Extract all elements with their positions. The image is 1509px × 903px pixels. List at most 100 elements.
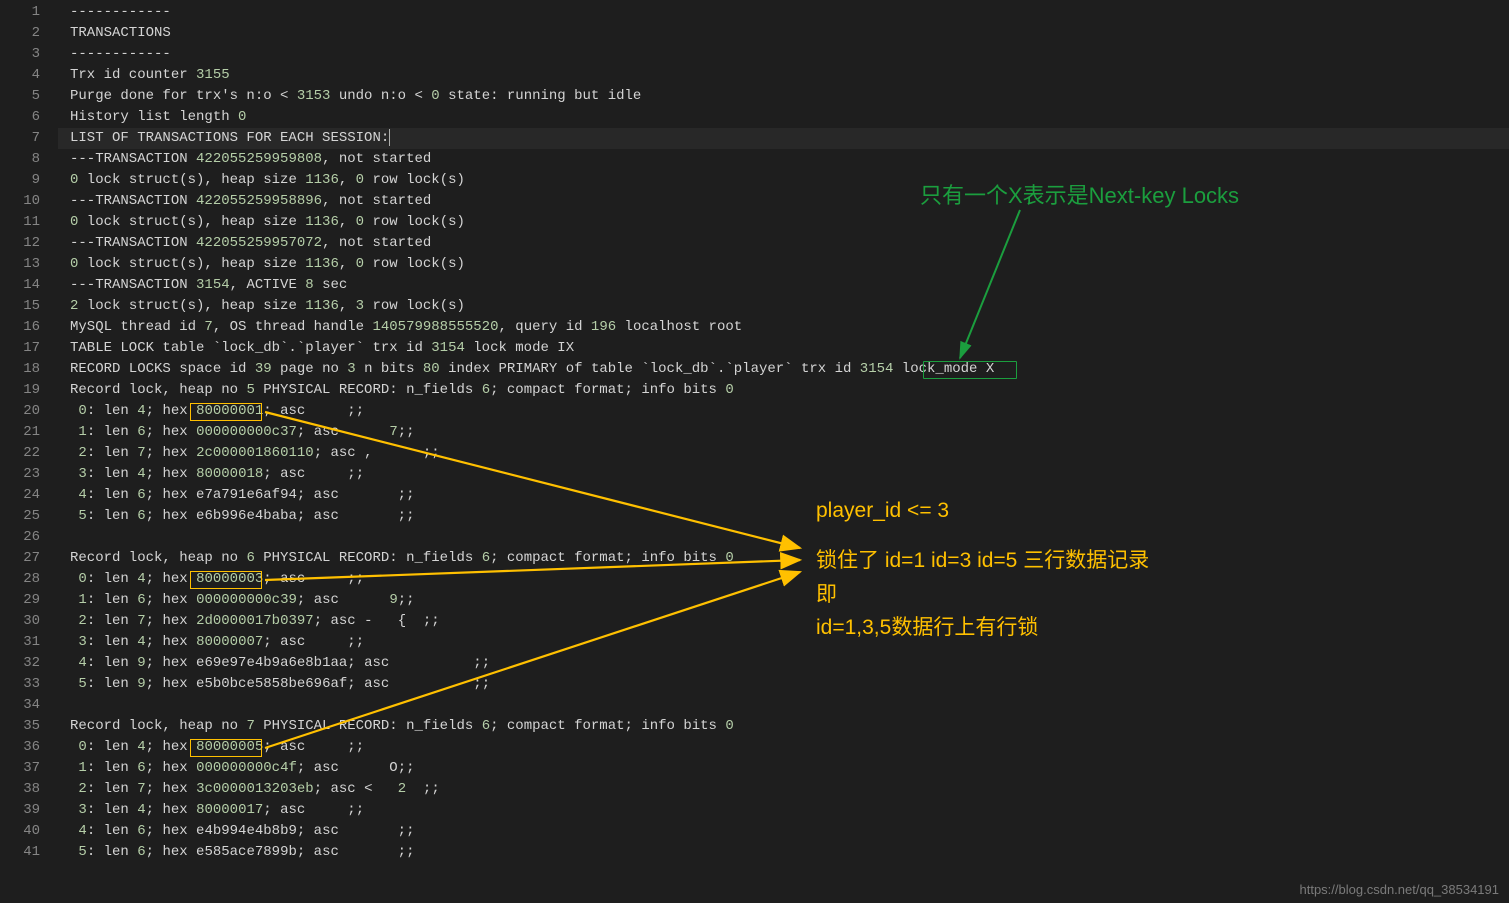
code-line[interactable]: 0: len 4; hex 80000003; asc ;; [58,569,1509,590]
code-line[interactable]: 3: len 4; hex 80000018; asc ;; [58,464,1509,485]
code-area[interactable]: ------------TRANSACTIONS------------Trx … [58,0,1509,903]
code-line[interactable] [58,527,1509,548]
code-line[interactable]: Trx id counter 3155 [58,65,1509,86]
code-editor[interactable]: 1234567891011121314151617181920212223242… [0,0,1509,903]
code-line[interactable]: 0: len 4; hex 80000005; asc ;; [58,737,1509,758]
code-token: 0 [78,571,86,587]
code-token: : len [87,676,137,692]
code-token: 2 [398,781,406,797]
code-line[interactable]: 1: len 6; hex 000000000c39; asc 9;; [58,590,1509,611]
code-token: ---TRANSACTION [70,277,196,293]
code-token: 4 [137,802,145,818]
code-token: 140579988555520 [372,319,498,335]
code-line[interactable]: Purge done for trx's n:o < 3153 undo n:o… [58,86,1509,107]
code-token: 3 [78,802,86,818]
code-line[interactable]: MySQL thread id 7, OS thread handle 1405… [58,317,1509,338]
code-token: , [339,214,356,230]
code-token: 6 [137,424,145,440]
code-line[interactable]: 3: len 4; hex 80000017; asc ;; [58,800,1509,821]
code-token: 196 [591,319,616,335]
code-token: 3 [347,361,355,377]
code-line[interactable]: ------------ [58,2,1509,23]
code-token: : len [87,445,137,461]
code-token: 5 [246,382,254,398]
code-line[interactable]: 5: len 9; hex e5b0bce5858be696af; asc ;; [58,674,1509,695]
code-token: ;; [398,592,415,608]
code-token: Purge done for trx's n:o < [70,88,297,104]
line-number: 23 [0,464,40,485]
code-token: 3154 [860,361,894,377]
code-line[interactable]: Record lock, heap no 7 PHYSICAL RECORD: … [58,716,1509,737]
code-line[interactable]: TABLE LOCK table `lock_db`.`player` trx … [58,338,1509,359]
code-token: lock mode IX [465,340,574,356]
code-token: PHYSICAL RECORD: n_fields [255,382,482,398]
line-number: 12 [0,233,40,254]
code-line[interactable]: ---TRANSACTION 422055259958896, not star… [58,191,1509,212]
code-line[interactable] [58,695,1509,716]
code-token: 39 [255,361,272,377]
code-token: ; hex e69e97e4b9a6e8b1aa; asc ;; [146,655,490,671]
code-line[interactable]: 2: len 7; hex 3c0000013203eb; asc < 2 ;; [58,779,1509,800]
code-token: 9 [137,655,145,671]
code-token: 7 [246,718,254,734]
code-line[interactable]: 0 lock struct(s), heap size 1136, 0 row … [58,254,1509,275]
code-line[interactable]: 3: len 4; hex 80000007; asc ;; [58,632,1509,653]
code-line[interactable]: 0 lock struct(s), heap size 1136, 0 row … [58,170,1509,191]
line-number: 17 [0,338,40,359]
code-token: ; compact format; info bits [490,718,725,734]
code-token: 3154 [196,277,230,293]
code-token: ;; [406,781,440,797]
code-line[interactable]: ---TRANSACTION 422055259957072, not star… [58,233,1509,254]
code-line[interactable]: RECORD LOCKS space id 39 page no 3 n bit… [58,359,1509,380]
code-line[interactable]: 4: len 6; hex e4b994e4b8b9; asc ;; [58,821,1509,842]
code-line[interactable]: 4: len 9; hex e69e97e4b9a6e8b1aa; asc ;; [58,653,1509,674]
code-token: LIST OF TRANSACTIONS FOR EACH SESSION: [70,130,389,146]
code-token: 80000017 [196,802,263,818]
code-token: RECORD LOCKS space id [70,361,255,377]
code-token: PHYSICAL RECORD: n_fields [255,550,482,566]
code-line[interactable]: ---TRANSACTION 3154, ACTIVE 8 sec [58,275,1509,296]
code-token: ; asc < [314,781,398,797]
code-token: 80000007 [196,634,263,650]
line-number: 5 [0,86,40,107]
line-number: 13 [0,254,40,275]
code-token: 0 [725,382,733,398]
code-line[interactable]: 4: len 6; hex e7a791e6af94; asc ;; [58,485,1509,506]
code-token: 2c000001860110 [196,445,314,461]
code-line[interactable]: Record lock, heap no 6 PHYSICAL RECORD: … [58,548,1509,569]
code-line[interactable]: ------------ [58,44,1509,65]
code-line[interactable]: 1: len 6; hex 000000000c37; asc 7;; [58,422,1509,443]
code-token: 6 [246,550,254,566]
line-number-gutter: 1234567891011121314151617181920212223242… [0,0,58,903]
code-token: 0 [78,739,86,755]
code-line[interactable]: 0: len 4; hex 80000001; asc ;; [58,401,1509,422]
code-line[interactable]: ---TRANSACTION 422055259959808, not star… [58,149,1509,170]
line-number: 3 [0,44,40,65]
code-line[interactable]: 5: len 6; hex e585ace7899b; asc ;; [58,842,1509,863]
code-line[interactable]: 2: len 7; hex 2c000001860110; asc , ;; [58,443,1509,464]
code-token: ------------ [70,4,171,20]
code-token: index PRIMARY of table `lock_db`.`player… [440,361,860,377]
code-token: 3155 [196,67,230,83]
code-token: ; hex [146,466,196,482]
code-line[interactable]: LIST OF TRANSACTIONS FOR EACH SESSION: [58,128,1509,149]
line-number: 39 [0,800,40,821]
code-token: Trx id counter [70,67,196,83]
code-line[interactable]: Record lock, heap no 5 PHYSICAL RECORD: … [58,380,1509,401]
code-line[interactable]: 2 lock struct(s), heap size 1136, 3 row … [58,296,1509,317]
code-token: , [339,172,356,188]
code-token: ;; [398,424,415,440]
code-token: 6 [137,592,145,608]
line-number: 7 [0,128,40,149]
code-line[interactable]: 1: len 6; hex 000000000c4f; asc O;; [58,758,1509,779]
code-token: 7 [137,781,145,797]
code-token: 7 [137,445,145,461]
code-line[interactable]: History list length 0 [58,107,1509,128]
code-line[interactable]: 2: len 7; hex 2d0000017b0397; asc - { ;; [58,611,1509,632]
code-line[interactable]: 0 lock struct(s), heap size 1136, 0 row … [58,212,1509,233]
line-number: 10 [0,191,40,212]
line-number: 18 [0,359,40,380]
code-line[interactable]: 5: len 6; hex e6b996e4baba; asc ;; [58,506,1509,527]
code-token: 2 [78,445,86,461]
code-line[interactable]: TRANSACTIONS [58,23,1509,44]
